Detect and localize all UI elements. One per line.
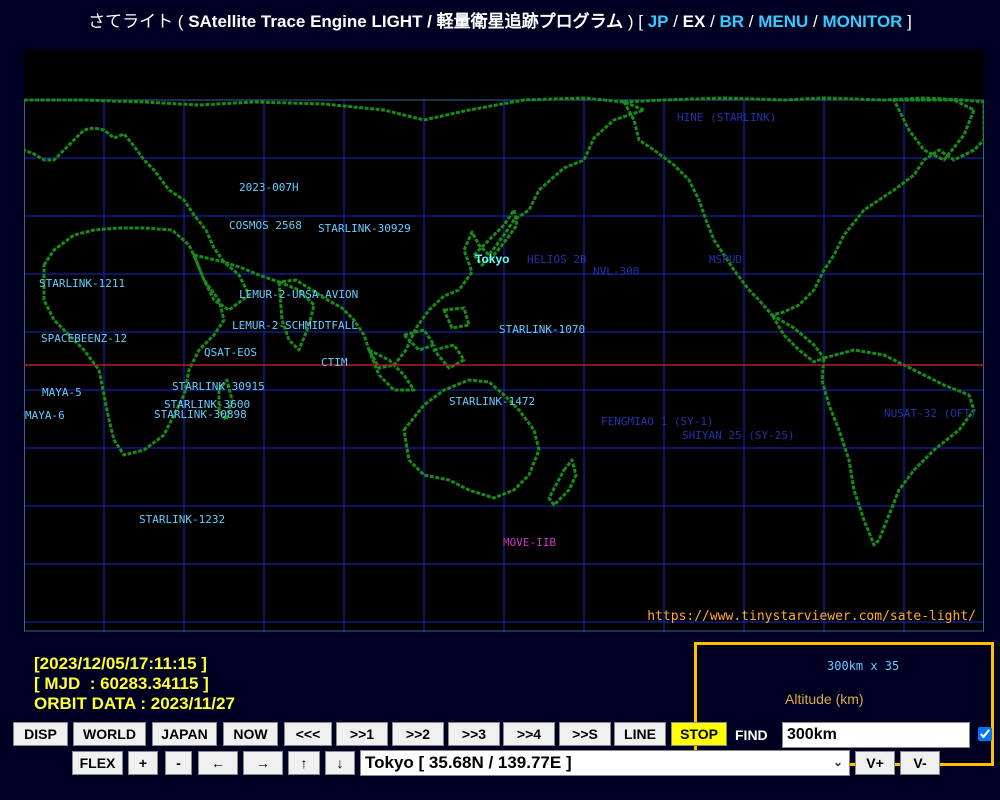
satellite-label[interactable]: MSPUD — [709, 254, 742, 266]
site-url[interactable]: https://www.tinystarviewer.com/sate-ligh… — [647, 609, 976, 624]
btn-world[interactable]: WORLD — [73, 722, 146, 746]
nav-link-monitor[interactable]: MONITOR — [822, 12, 902, 31]
satellite-label[interactable]: LEMUR-2-URSA-AVION — [239, 289, 358, 301]
nav-link-menu[interactable]: MENU — [758, 12, 808, 31]
btn-arrow-left[interactable]: ← — [198, 751, 238, 775]
satellite-label[interactable]: MOVE-IIB — [503, 537, 556, 549]
satellite-label[interactable]: CTIM — [321, 357, 348, 369]
btn-back[interactable]: <<< — [284, 722, 332, 746]
observer-location-label: Tokyo — [475, 252, 510, 266]
find-caption: Altitude (km) — [785, 691, 864, 707]
btn-disp[interactable]: DISP — [13, 722, 68, 746]
info-panel: [2023/12/05/17:11:15 ][ MJD : 60283.3411… — [34, 654, 235, 714]
btn-vertical-minus[interactable]: V- — [900, 751, 940, 775]
satellite-label[interactable]: NVL-300 — [593, 266, 639, 278]
title-prefix: さてライト ( — [88, 12, 189, 31]
satellite-label[interactable]: STARLINK-1232 — [139, 514, 225, 526]
satellite-label[interactable]: STARLINK-1472 — [449, 396, 535, 408]
title-separator: / — [808, 12, 823, 31]
satellite-label[interactable]: STARLINK-30898 — [154, 409, 247, 421]
satellite-label[interactable]: MAYA-5 — [42, 387, 82, 399]
satellite-label[interactable]: STARLINK-30915 — [172, 381, 265, 393]
btn-step-s[interactable]: >>S — [559, 722, 611, 746]
satellite-label[interactable]: STARLINK-1211 — [39, 278, 125, 290]
title-separator: / — [668, 12, 683, 31]
title-separator: / — [705, 12, 720, 31]
title-bracket-close: ] — [902, 12, 912, 31]
satellite-label[interactable]: COSMOS 2568 — [229, 220, 302, 232]
btn-stop[interactable]: STOP — [671, 722, 727, 746]
btn-step-3[interactable]: >>3 — [448, 722, 500, 746]
btn-now[interactable]: NOW — [223, 722, 278, 746]
satellite-label[interactable]: 2023-007H — [239, 182, 299, 194]
satellite-label[interactable]: STARLINK-1070 — [499, 324, 585, 336]
location-select[interactable]: Tokyo [ 35.68N / 139.77E ] ⌄ — [360, 750, 850, 776]
btn-step-1[interactable]: >>1 — [336, 722, 388, 746]
satellite-label[interactable]: HINE (STARLINK) — [677, 112, 776, 124]
btn-arrow-up[interactable]: ↑ — [288, 751, 320, 775]
find-label: FIND — [735, 727, 768, 743]
satellite-label[interactable]: LEMUR-2-SCHMIDTFALL — [232, 320, 358, 332]
satellite-label[interactable]: NUSAT-32 (OFT) — [884, 408, 977, 420]
find-result-count: 300km x 35 — [827, 659, 900, 673]
satellite-label[interactable]: SHIYAN 25 (SY-25) — [682, 430, 795, 442]
mjd-display: [ MJD : 60283.34115 ] — [34, 674, 209, 693]
satellite-label[interactable]: STARLINK-30929 — [318, 223, 411, 235]
satellite-label[interactable]: HELIOS 2B — [527, 254, 587, 266]
chevron-down-icon: ⌄ — [832, 755, 843, 769]
nav-link-br[interactable]: BR — [720, 12, 745, 31]
world-map[interactable]: 2023-007H COSMOS 2568 STARLINK-30929 STARLI… — [24, 50, 984, 632]
nav-link-ex[interactable]: EX — [683, 12, 706, 31]
app-name: SAtellite Trace Engine LIGHT / 軽量衛星追跡プログ… — [188, 12, 624, 31]
satellite-label[interactable]: QSAT-EOS — [204, 347, 257, 359]
btn-zoom-in[interactable]: + — [128, 751, 158, 775]
satellite-label[interactable]: SPACEBEENZ-12 — [41, 333, 127, 345]
btn-line[interactable]: LINE — [614, 722, 666, 746]
location-select-value: Tokyo [ 35.68N / 139.77E ] — [365, 753, 572, 772]
find-checkbox[interactable] — [978, 727, 992, 741]
btn-japan[interactable]: JAPAN — [152, 722, 217, 746]
orbit-data-date: ORBIT DATA : 2023/11/27 — [34, 694, 235, 713]
find-input[interactable] — [782, 722, 970, 748]
btn-step-4[interactable]: >>4 — [503, 722, 555, 746]
app-title-bar: さてライト ( SAtellite Trace Engine LIGHT / 軽… — [0, 10, 1000, 34]
nav-link-jp[interactable]: JP — [648, 12, 669, 31]
datetime-display: [2023/12/05/17:11:15 ] — [34, 654, 207, 673]
satellite-label[interactable]: FENGMIAO 1 (SY-1) — [601, 416, 714, 428]
satellite-label[interactable]: MAYA-6 — [25, 410, 65, 422]
btn-vertical-plus[interactable]: V+ — [855, 751, 895, 775]
btn-flex[interactable]: FLEX — [72, 751, 123, 775]
title-bracket-open: ) [ — [623, 12, 648, 31]
title-separator: / — [744, 12, 759, 31]
map-grid — [24, 99, 984, 632]
btn-arrow-down[interactable]: ↓ — [325, 751, 355, 775]
btn-arrow-right[interactable]: → — [243, 751, 283, 775]
btn-zoom-out[interactable]: - — [165, 751, 192, 775]
btn-step-2[interactable]: >>2 — [392, 722, 444, 746]
